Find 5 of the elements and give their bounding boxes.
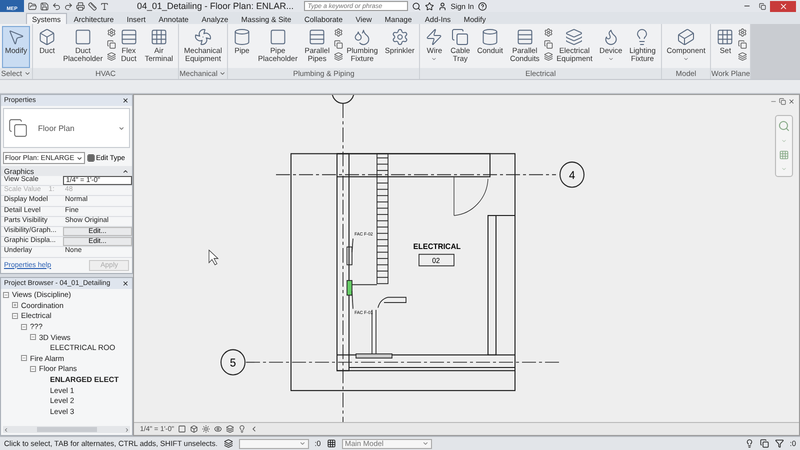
grid-bubble: 4 (559, 162, 585, 188)
type-selector[interactable]: Floor Plan (3, 108, 130, 148)
window-title: 04_01_Detailing - Floor Plan: ENLAR... (137, 1, 294, 11)
room-number-tag: 02 (418, 254, 454, 266)
grid-bubble: 5 (220, 349, 246, 376)
